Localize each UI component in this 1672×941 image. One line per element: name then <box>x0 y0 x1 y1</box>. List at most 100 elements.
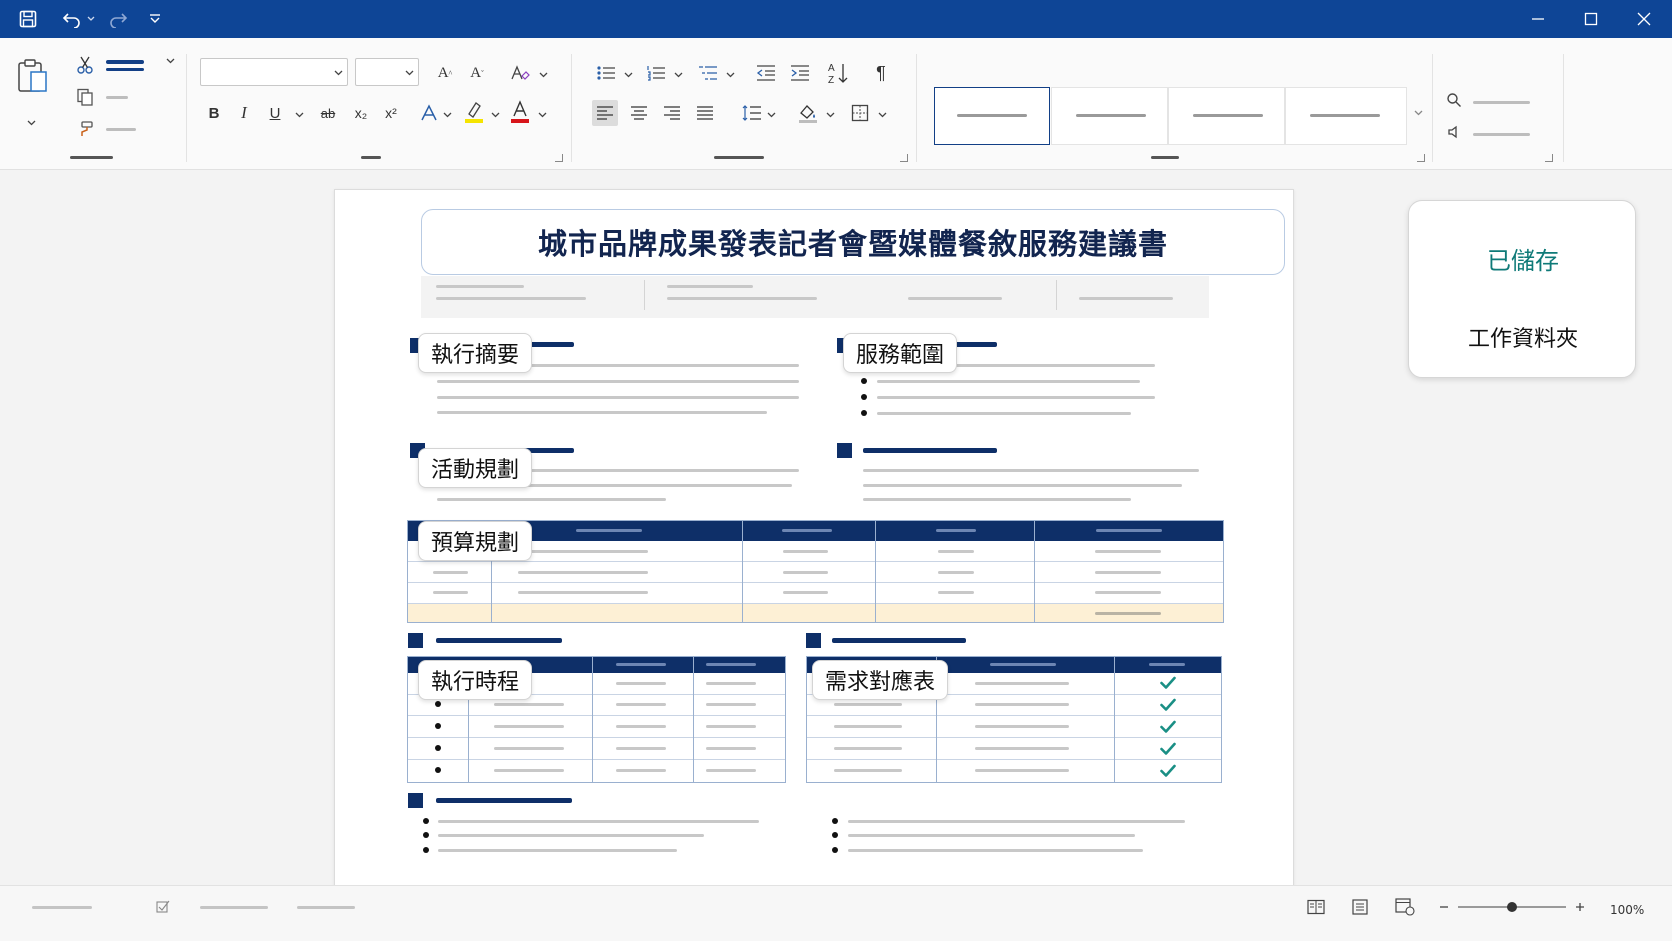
page-count-text[interactable] <box>32 906 92 909</box>
paste-icon[interactable] <box>14 56 52 98</box>
format-painter-icon[interactable] <box>74 118 96 140</box>
word-count-text[interactable] <box>200 906 268 909</box>
language-text[interactable] <box>297 906 355 909</box>
undo-icon[interactable] <box>62 9 82 29</box>
paragraph-dialog-launcher-icon[interactable] <box>900 154 908 162</box>
line-spacing-icon[interactable] <box>740 100 764 126</box>
increase-indent-icon[interactable] <box>788 62 812 84</box>
editing-dialog-launcher-icon[interactable] <box>1545 154 1553 162</box>
zoom-out-icon[interactable] <box>1436 898 1452 916</box>
shading-dropdown-icon[interactable] <box>825 110 835 120</box>
font-color-dropdown-icon[interactable] <box>537 110 547 120</box>
maximize-icon[interactable] <box>1564 0 1618 38</box>
underline-dropdown-icon[interactable] <box>294 110 304 120</box>
borders-icon[interactable] <box>848 100 872 126</box>
show-marks-icon[interactable]: ¶ <box>870 62 892 84</box>
close-icon[interactable] <box>1617 0 1671 38</box>
clipboard-more-icon[interactable] <box>165 56 175 66</box>
clear-format-icon[interactable] <box>508 62 532 84</box>
numbering-dropdown-icon[interactable] <box>673 70 683 80</box>
bullets-dropdown-icon[interactable] <box>623 70 633 80</box>
multilevel-dropdown-icon[interactable] <box>725 70 735 80</box>
shading-icon[interactable] <box>796 100 820 126</box>
italic-button[interactable]: I <box>233 102 255 124</box>
clear-format-dropdown-icon[interactable] <box>538 70 548 80</box>
undo-dropdown-icon[interactable] <box>86 9 96 29</box>
borders-dropdown-icon[interactable] <box>877 110 887 120</box>
underline-label: U <box>269 104 281 122</box>
text-effects-icon[interactable] <box>418 102 440 124</box>
text-effects-dropdown-icon[interactable] <box>442 110 452 120</box>
proofing-icon[interactable] <box>155 899 171 915</box>
redo-icon[interactable] <box>108 9 128 29</box>
ribbon: A ^ Aˇ B I U ab x₂ x² AZ ¶ <box>0 38 1672 170</box>
styles-more-icon[interactable] <box>1413 108 1423 118</box>
save-icon[interactable] <box>18 9 38 29</box>
paste-dropdown-icon[interactable] <box>26 118 36 128</box>
font-name-combo[interactable] <box>200 58 348 86</box>
grow-font-label: A <box>437 64 449 81</box>
section-marker <box>408 633 423 648</box>
font-size-combo[interactable] <box>355 58 419 86</box>
customize-qat-icon[interactable] <box>145 9 165 29</box>
section-heading-bar <box>863 448 997 453</box>
shrink-font-button[interactable]: Aˇ <box>466 62 488 84</box>
svg-text:A: A <box>828 63 835 74</box>
line-spacing-dropdown-icon[interactable] <box>766 110 776 120</box>
subscript-label: x₂ <box>354 105 368 121</box>
grow-font-button[interactable]: A ^ <box>434 62 456 84</box>
styles-dialog-launcher-icon[interactable] <box>1417 154 1425 162</box>
text-line <box>437 380 799 383</box>
multilevel-icon[interactable] <box>696 62 720 84</box>
font-dialog-launcher-icon[interactable] <box>555 154 563 162</box>
strikethrough-button[interactable]: ab <box>316 102 340 124</box>
bullet-dot <box>861 378 867 384</box>
minimize-icon[interactable] <box>1511 0 1565 38</box>
bullets-icon[interactable] <box>594 62 618 84</box>
decrease-indent-icon[interactable] <box>754 62 778 84</box>
highlight-icon[interactable] <box>462 100 486 124</box>
superscript-button[interactable]: x² <box>380 102 402 124</box>
callout-budget-planning[interactable]: 預算規劃 <box>418 521 533 561</box>
style-normal[interactable] <box>934 87 1050 145</box>
style-heading-1[interactable] <box>1168 87 1285 145</box>
callout-requirements-table[interactable]: 需求對應表 <box>812 660 949 700</box>
text-line <box>863 498 1131 501</box>
bold-button[interactable]: B <box>203 102 225 124</box>
document-title[interactable]: 城市品牌成果發表記者會暨媒體餐敘服務建議書 <box>421 209 1285 275</box>
bullet-dot <box>423 847 429 853</box>
shrink-font-label: A <box>470 64 482 81</box>
cut-icon[interactable] <box>74 54 96 76</box>
align-left-icon[interactable] <box>592 100 618 126</box>
highlight-dropdown-icon[interactable] <box>490 110 500 120</box>
style-no-spacing[interactable] <box>1051 87 1168 145</box>
font-color-icon[interactable] <box>508 100 532 124</box>
sort-icon[interactable]: AZ <box>826 60 850 86</box>
numbering-icon[interactable] <box>644 62 668 84</box>
zoom-in-icon[interactable] <box>1572 898 1588 916</box>
bullet-dot <box>861 394 867 400</box>
callout-service-scope[interactable]: 服務範圍 <box>843 333 958 373</box>
chevron-down-icon <box>404 68 414 78</box>
read-mode-icon[interactable] <box>1305 897 1327 917</box>
underline-button[interactable]: U <box>264 102 286 124</box>
dictate-label <box>1473 133 1530 136</box>
find-label <box>1473 101 1530 104</box>
callout-executive-summary[interactable]: 執行摘要 <box>418 333 533 373</box>
center-icon[interactable] <box>626 100 652 126</box>
style-heading-2[interactable] <box>1285 87 1407 145</box>
dictate-icon[interactable] <box>1444 122 1464 142</box>
print-layout-icon[interactable] <box>1349 897 1371 917</box>
copy-icon[interactable] <box>74 86 96 108</box>
callout-event-planning[interactable]: 活動規劃 <box>418 448 533 488</box>
zoom-slider-thumb[interactable] <box>1507 902 1517 912</box>
justify-icon[interactable] <box>692 100 718 126</box>
web-layout-icon[interactable] <box>1394 897 1416 917</box>
subscript-button[interactable]: x₂ <box>350 102 372 124</box>
callout-schedule[interactable]: 執行時程 <box>418 660 533 700</box>
align-right-icon[interactable] <box>659 100 685 126</box>
zoom-level[interactable]: 100% <box>1610 903 1644 917</box>
folder-location[interactable]: 工作資料夾 <box>1409 321 1637 353</box>
find-icon[interactable] <box>1444 90 1464 110</box>
save-status-card[interactable]: 已儲存 工作資料夾 <box>1408 200 1636 378</box>
